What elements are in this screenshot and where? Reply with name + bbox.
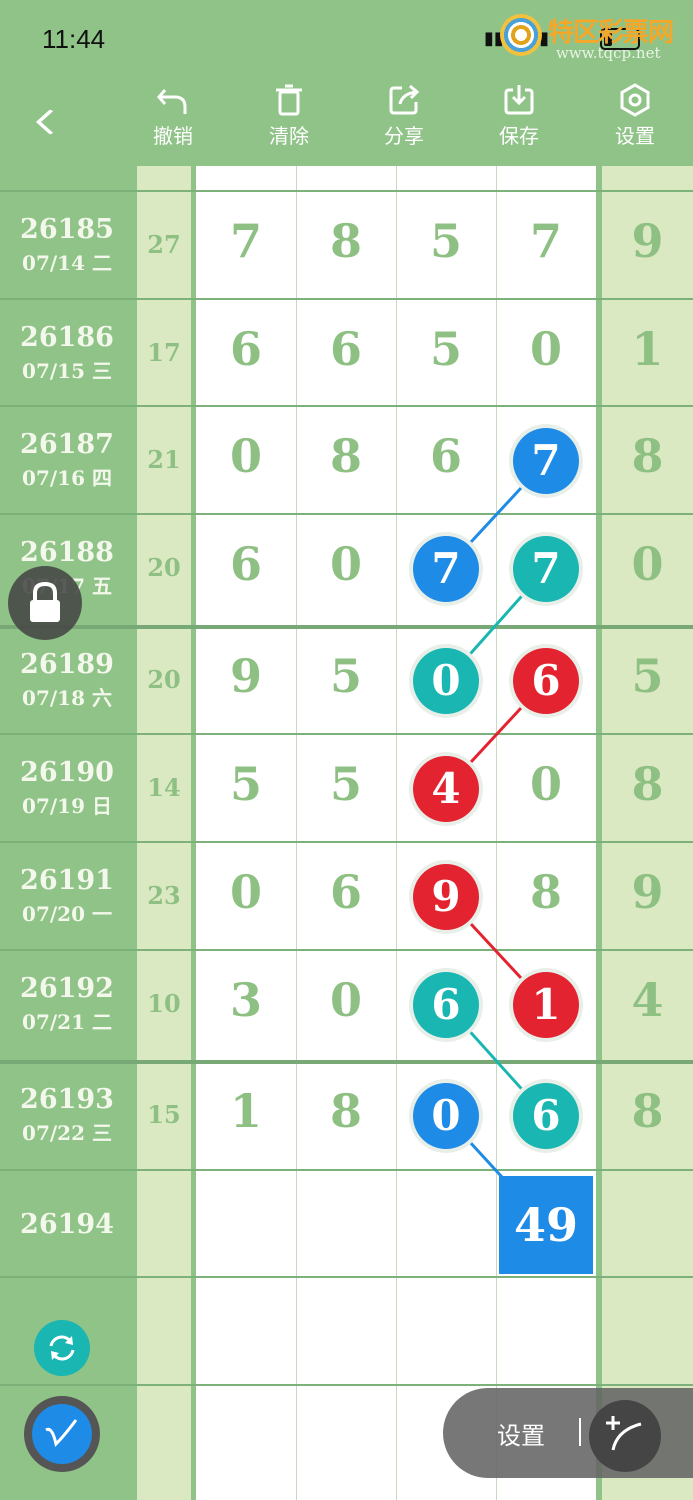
highlight-ball[interactable]: 7 bbox=[513, 428, 579, 494]
save-label: 保存 bbox=[499, 124, 539, 148]
status-bar: 11:44 ▮▮▮ ▮▮▮ 特区彩票网 www.tqcp.net bbox=[0, 0, 693, 78]
undo-icon bbox=[157, 89, 187, 114]
highlight-ball[interactable]: 4 bbox=[413, 756, 479, 822]
highlight-ball[interactable]: 6 bbox=[413, 972, 479, 1038]
share-icon bbox=[389, 84, 420, 115]
clear-button[interactable]: 清除 bbox=[249, 82, 329, 149]
trend-chart: 26185 07/14 二 27 7 8 5 7 9 26186 07/15 三 17 6 6 5 0 1 26… bbox=[0, 166, 693, 1500]
share-button[interactable]: 分享 bbox=[364, 82, 444, 149]
highlight-ball[interactable]: 7 bbox=[413, 536, 479, 602]
download-icon bbox=[504, 85, 534, 115]
watermark-url: www.tqcp.net bbox=[556, 44, 661, 62]
highlight-ball[interactable]: 9 bbox=[413, 864, 479, 930]
highlight-ball[interactable]: 0 bbox=[413, 648, 479, 714]
settings-button[interactable]: 设置 bbox=[595, 82, 675, 149]
highlight-ball[interactable]: 0 bbox=[413, 1083, 479, 1149]
prediction-box[interactable]: 49 bbox=[499, 1176, 593, 1274]
undo-label: 撤销 bbox=[153, 124, 193, 148]
trash-icon bbox=[276, 84, 302, 116]
settings-label: 设置 bbox=[615, 124, 655, 148]
highlight-ball[interactable]: 1 bbox=[513, 972, 579, 1038]
highlight-ball[interactable]: 7 bbox=[513, 536, 579, 602]
toolbar: 撤销 清除 分享 保存 设置 bbox=[0, 78, 693, 166]
trend-lines bbox=[444, 459, 548, 1227]
share-label: 分享 bbox=[384, 124, 424, 148]
clock: 11:44 bbox=[42, 24, 106, 54]
highlight-ball[interactable]: 6 bbox=[513, 648, 579, 714]
gear-icon bbox=[620, 83, 650, 117]
watermark-logo-icon bbox=[500, 14, 542, 56]
save-button[interactable]: 保存 bbox=[479, 82, 559, 149]
back-arrow-icon[interactable] bbox=[32, 102, 58, 142]
highlight-ball[interactable]: 6 bbox=[513, 1083, 579, 1149]
undo-button[interactable]: 撤销 bbox=[133, 82, 213, 149]
clear-label: 清除 bbox=[269, 124, 309, 148]
